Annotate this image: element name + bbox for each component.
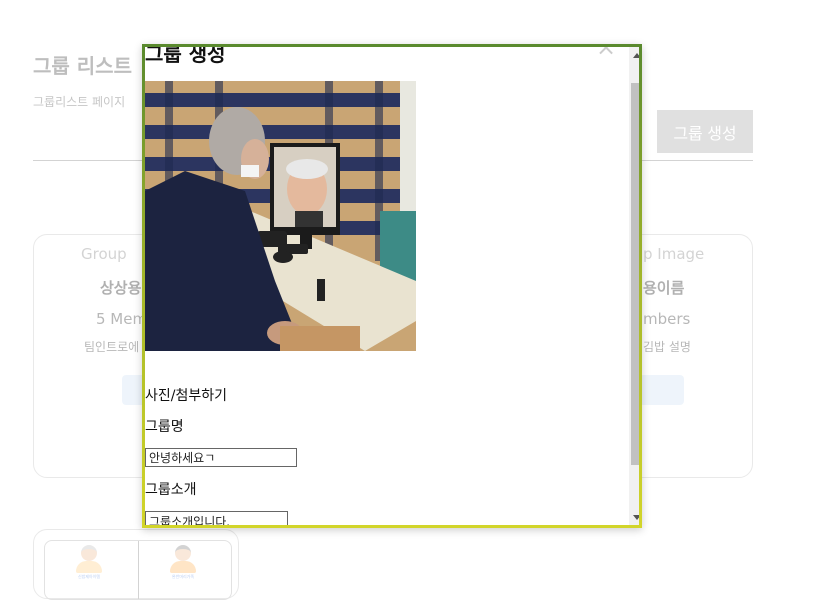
avatar-caption: 완반머리가족: [171, 574, 195, 579]
group-name-label: 그룹명: [145, 419, 184, 435]
elder-avatar-icon: 신밥제아이템: [72, 543, 106, 579]
scroll-up-icon[interactable]: [633, 53, 639, 58]
elder-avatar-icon: 완반머리가족: [166, 543, 200, 579]
modal-title: 그룹 생성: [145, 44, 226, 66]
modal-content: 그룹 생성 × 사진/첨부하기 그룹명 안녕하세요ㄱ 그룹소개 그룹소개입니다.: [145, 47, 627, 525]
modal-scrollbar[interactable]: [629, 47, 639, 525]
page-subtitle: 그룹리스트 페이지: [33, 95, 126, 109]
photo-attach-label[interactable]: 사진/첨부하기: [145, 385, 227, 405]
group-intro-label: 그룹소개: [145, 482, 197, 498]
create-group-modal: 그룹 생성 × 사진/첨부하기 그룹명 안녕하세요ㄱ 그룹소개 그룹소개입니다.: [142, 44, 642, 528]
page-title: 그룹 리스트: [33, 54, 132, 78]
close-icon[interactable]: ×: [596, 47, 616, 61]
uploaded-photo: [145, 81, 416, 351]
thumbnail-grid: 신밥제아이템 완반머리가족: [44, 540, 232, 600]
join-button[interactable]: [639, 375, 684, 405]
group-name-input[interactable]: [145, 448, 297, 467]
scroll-down-icon[interactable]: [633, 515, 639, 520]
create-group-button[interactable]: 그룹 생성: [657, 110, 753, 153]
avatar-caption: 신밥제아이템: [77, 574, 101, 579]
group-intro-textarea[interactable]: 그룹소개입니다.: [145, 511, 288, 525]
scroll-thumb[interactable]: [631, 83, 639, 465]
group-card-thumbnail[interactable]: 신밥제아이템 완반머리가족: [33, 529, 239, 600]
